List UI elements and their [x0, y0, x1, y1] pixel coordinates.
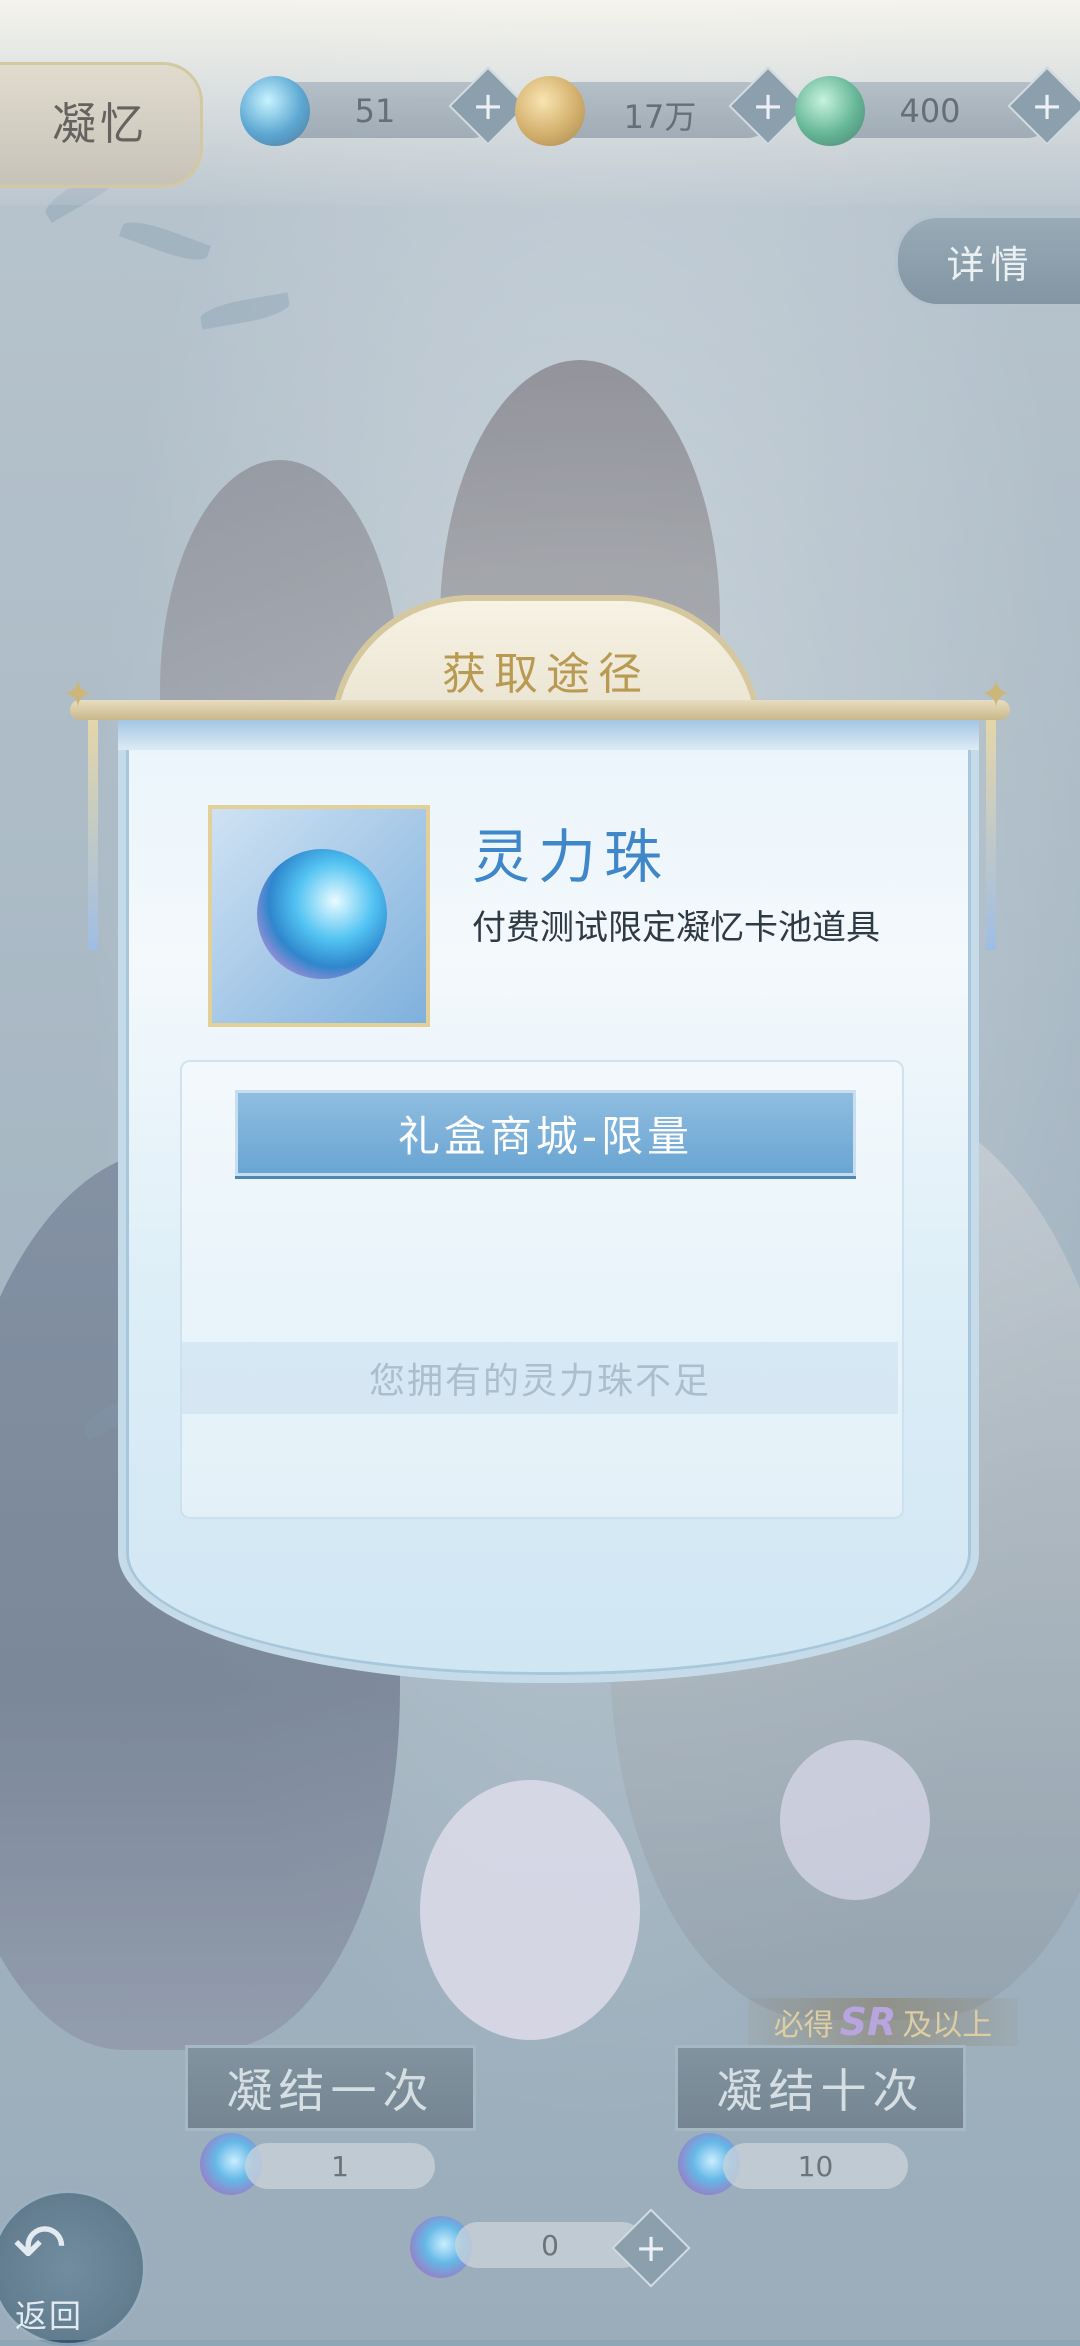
- item-icon-frame: [208, 805, 430, 1027]
- tassel: [88, 720, 98, 950]
- finial-ornament-icon: ✦: [980, 672, 1012, 716]
- modal-title: 获取途径: [442, 649, 650, 700]
- spirit-orb-icon: [257, 849, 387, 979]
- panel-header-band: [118, 720, 979, 750]
- tassel: [986, 720, 996, 950]
- insufficient-toast: 您拥有的灵力珠不足: [182, 1342, 898, 1414]
- source-giftbox-shop-button[interactable]: 礼盒商城-限量: [235, 1090, 856, 1176]
- scroll-rod: [70, 700, 1010, 720]
- finial-ornament-icon: ✦: [62, 672, 94, 716]
- item-name: 灵力珠: [472, 823, 671, 891]
- item-description: 付费测试限定凝忆卡池道具: [472, 908, 880, 948]
